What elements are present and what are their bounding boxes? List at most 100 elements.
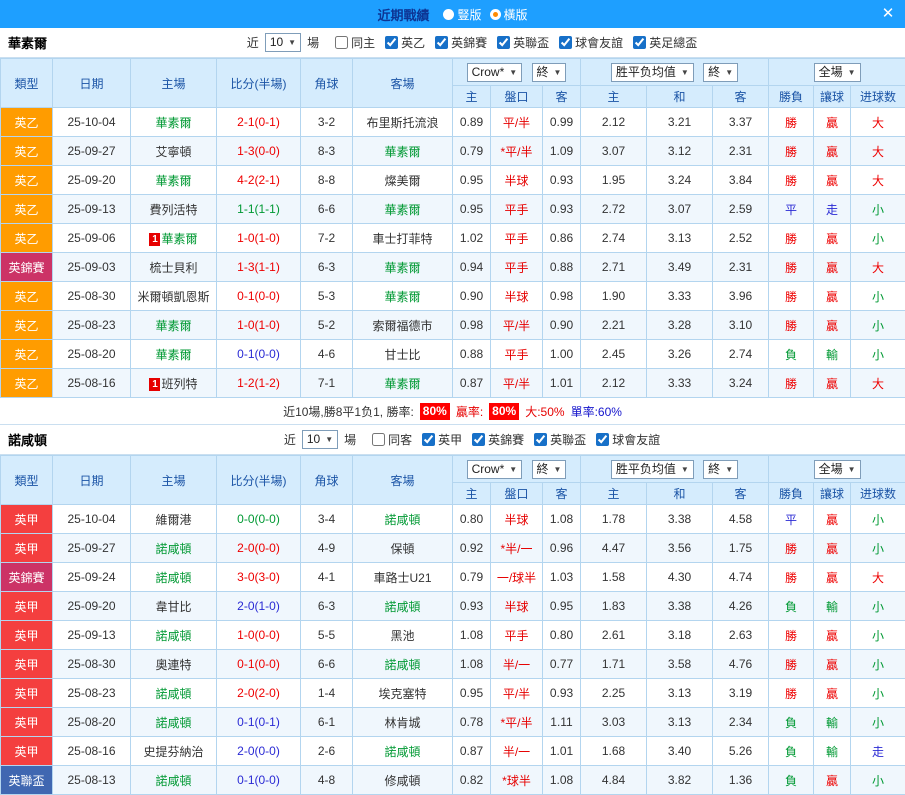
avg-type-value: 胜平负均值	[616, 462, 676, 477]
filter-英錦賽[interactable]: 英錦賽	[472, 431, 524, 448]
filter-checkbox[interactable]	[472, 433, 485, 446]
match-row: 英甲25-09-20韋甘比2-0(1-0)6-3諾咸頓0.93半球0.951.8…	[1, 592, 905, 621]
cell-result: 平	[769, 505, 814, 534]
match-row: 英乙25-09-061華素爾1-0(1-0)7-2車士打菲特1.02平手0.86…	[1, 224, 905, 253]
filter-checkbox[interactable]	[497, 36, 510, 49]
cell-goals-result: 大	[851, 166, 905, 195]
final-odds-select[interactable]: 終▼	[532, 63, 567, 82]
cell-avg-home: 2.61	[581, 621, 647, 650]
filter-checkbox[interactable]	[372, 433, 385, 446]
cell-goals-result: 小	[851, 224, 905, 253]
avg-type-select[interactable]: 胜平负均值▼	[611, 460, 694, 479]
cell-date: 25-08-23	[53, 679, 131, 708]
filter-checkbox[interactable]	[422, 433, 435, 446]
cell-away-team: 諾咸頓	[353, 505, 453, 534]
filter-同主[interactable]: 同主	[335, 34, 375, 51]
cell-league: 英乙	[1, 311, 53, 340]
odds-source-value: Crow*	[472, 65, 505, 80]
red-card-badge: 1	[149, 233, 160, 246]
filter-label: 英甲	[438, 431, 462, 448]
cell-home-odds: 0.94	[453, 253, 491, 282]
final-avg-select[interactable]: 終▼	[703, 460, 738, 479]
win-rate-badge: 80%	[420, 403, 450, 420]
filter-checkbox[interactable]	[633, 36, 646, 49]
cell-away-odds: 0.95	[543, 592, 581, 621]
col-goals: 进球数	[851, 483, 905, 505]
radio-vertical-layout[interactable]: 豎版	[443, 6, 481, 23]
cell-date: 25-10-04	[53, 108, 131, 137]
col-corners: 角球	[301, 456, 353, 505]
filter-label: 球會友誼	[575, 34, 623, 51]
full-match-select[interactable]: 全場▼	[814, 63, 861, 82]
cell-avg-away: 3.84	[713, 166, 769, 195]
match-row: 英乙25-08-20華素爾0-1(0-0)4-6甘士比0.88平手1.002.4…	[1, 340, 905, 369]
cell-league: 英甲	[1, 505, 53, 534]
cell-avg-away: 4.74	[713, 563, 769, 592]
cell-handicap: 平手	[491, 253, 543, 282]
filter-checkbox[interactable]	[435, 36, 448, 49]
filter-球會友誼[interactable]: 球會友誼	[559, 34, 623, 51]
cell-away-odds: 1.03	[543, 563, 581, 592]
chevron-down-icon: ▼	[848, 462, 856, 477]
filter-checkbox[interactable]	[534, 433, 547, 446]
cell-home-team: 韋甘比	[131, 592, 217, 621]
avg-type-value: 胜平负均值	[616, 65, 676, 80]
filter-checkbox[interactable]	[385, 36, 398, 49]
filter-英聯盃[interactable]: 英聯盃	[534, 431, 586, 448]
match-count-select[interactable]: 10 ▼	[265, 33, 301, 52]
cell-result: 勝	[769, 166, 814, 195]
cell-score: 4-2(2-1)	[217, 166, 301, 195]
cell-avg-home: 3.07	[581, 137, 647, 166]
team-name-text: 諾咸頓	[155, 774, 191, 788]
cell-away-odds: 1.01	[543, 369, 581, 398]
cell-handicap-result: 贏	[814, 369, 851, 398]
match-count-select[interactable]: 10 ▼	[302, 430, 338, 449]
col-type: 類型	[1, 59, 53, 108]
cell-avg-home: 2.45	[581, 340, 647, 369]
final-avg-select[interactable]: 終▼	[703, 63, 738, 82]
team-name-text: 華素爾	[155, 319, 191, 333]
filter-英足總盃[interactable]: 英足總盃	[633, 34, 697, 51]
filter-同客[interactable]: 同客	[372, 431, 412, 448]
team-name-text: 華素爾	[384, 290, 420, 304]
final-value: 終	[708, 65, 720, 80]
col-win-loss: 勝負	[769, 86, 814, 108]
odds-source-select[interactable]: Crow*▼	[467, 63, 523, 82]
full-match-select[interactable]: 全場▼	[814, 460, 861, 479]
filter-球會友誼[interactable]: 球會友誼	[596, 431, 660, 448]
red-card-badge: 1	[149, 378, 160, 391]
cell-goals-result: 小	[851, 766, 905, 795]
radio-horizontal-layout[interactable]: 橫版	[490, 6, 528, 23]
cell-league: 英乙	[1, 340, 53, 369]
cell-avg-home: 3.03	[581, 708, 647, 737]
cell-corners: 3-4	[301, 505, 353, 534]
filter-checkbox[interactable]	[335, 36, 348, 49]
team-name-text: 諾咸頓	[384, 600, 420, 614]
cell-league: 英甲	[1, 650, 53, 679]
filter-checkbox[interactable]	[559, 36, 572, 49]
filter-英錦賽[interactable]: 英錦賽	[435, 34, 487, 51]
cell-date: 25-09-27	[53, 534, 131, 563]
avg-group-header: 胜平负均值▼ 終▼	[581, 59, 769, 86]
cell-away-odds: 0.90	[543, 311, 581, 340]
filter-label: 英乙	[401, 34, 425, 51]
final-odds-select[interactable]: 終▼	[532, 460, 567, 479]
avg-type-select[interactable]: 胜平负均值▼	[611, 63, 694, 82]
filter-label: 球會友誼	[612, 431, 660, 448]
col-goals: 进球数	[851, 86, 905, 108]
cell-league: 英錦賽	[1, 563, 53, 592]
odds-source-select[interactable]: Crow*▼	[467, 460, 523, 479]
cell-score: 2-1(0-1)	[217, 108, 301, 137]
filter-英乙[interactable]: 英乙	[385, 34, 425, 51]
filter-英聯盃[interactable]: 英聯盃	[497, 34, 549, 51]
cell-date: 25-09-24	[53, 563, 131, 592]
cell-away-odds: 0.93	[543, 679, 581, 708]
filter-英甲[interactable]: 英甲	[422, 431, 462, 448]
col-away: 客場	[353, 456, 453, 505]
filter-checkbox[interactable]	[596, 433, 609, 446]
team-section-1: 華素爾 近 10 ▼ 場 同主英乙英錦賽英聯盃球會友誼英足總盃 類型 日期 主場…	[0, 28, 905, 425]
cell-league: 英乙	[1, 369, 53, 398]
close-icon[interactable]: ✕	[877, 3, 899, 25]
cell-away-team: 林肯城	[353, 708, 453, 737]
cell-date: 25-08-30	[53, 650, 131, 679]
